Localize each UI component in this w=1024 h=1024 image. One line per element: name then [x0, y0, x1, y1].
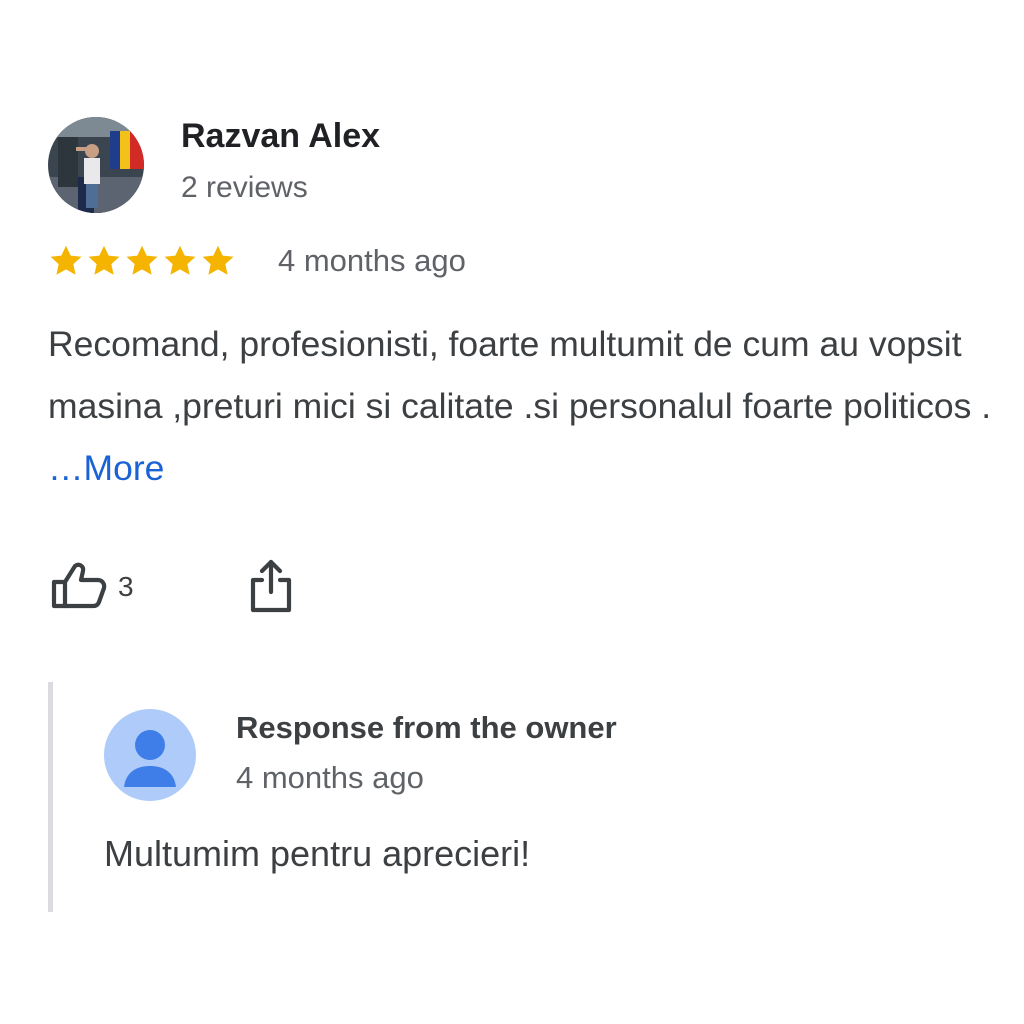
- review-card: Razvan Alex 2 reviews 4 months ago Recom…: [0, 0, 1024, 1024]
- more-link[interactable]: …More: [48, 448, 164, 488]
- owner-response-date: 4 months ago: [236, 760, 424, 795]
- star-icon: [86, 243, 122, 279]
- reviewer-review-count[interactable]: 2 reviews: [181, 171, 308, 205]
- share-button[interactable]: [240, 556, 302, 618]
- like-button[interactable]: 3: [48, 556, 134, 618]
- star-rating: [48, 243, 236, 279]
- star-icon: [200, 243, 236, 279]
- review-date: 4 months ago: [278, 243, 466, 278]
- owner-response-text: Multumim pentru aprecieri!: [104, 833, 531, 874]
- thumbs-up-icon: [48, 556, 110, 618]
- review-text: Recomand, profesionisti, foarte multumit…: [48, 313, 1020, 499]
- star-icon: [48, 243, 84, 279]
- owner-response-title: Response from the owner: [236, 710, 617, 745]
- like-count: 3: [118, 571, 134, 602]
- star-icon: [162, 243, 198, 279]
- reviewer-photo: [48, 117, 144, 213]
- review-body: Recomand, profesionisti, foarte multumit…: [48, 324, 992, 426]
- star-icon: [124, 243, 160, 279]
- reviewer-name[interactable]: Razvan Alex: [181, 117, 380, 156]
- owner-response-divider: [48, 682, 53, 912]
- default-avatar-icon: [104, 709, 196, 801]
- share-icon: [240, 556, 302, 618]
- reviewer-avatar[interactable]: [48, 117, 144, 213]
